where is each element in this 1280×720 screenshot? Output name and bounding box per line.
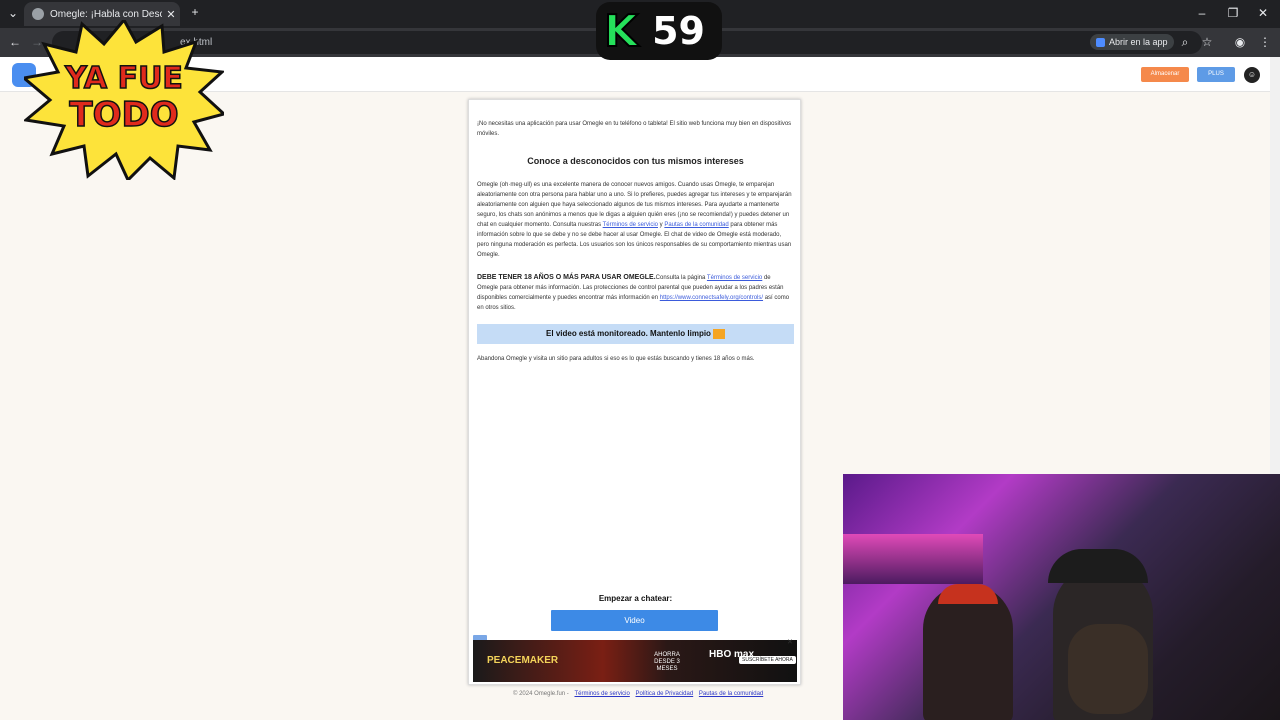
ad-cta[interactable]: SUSCRÍBETE AHORA <box>739 656 796 664</box>
sticker-line-2: TODO <box>69 95 178 135</box>
age-warning: DEBE TENER 18 AÑOS O MÁS PARA USAR OMEGL… <box>477 274 656 281</box>
terms-link[interactable]: Términos de servicio <box>603 222 658 228</box>
connectsafely-link[interactable]: https://www.connectsafely.org/controls/ <box>660 295 763 301</box>
bookmark-star-icon[interactable]: ☆ <box>1200 35 1214 49</box>
copyright-text: © 2024 Omegle.fun - <box>513 691 569 697</box>
open-in-app-label: Abrir en la app <box>1109 37 1168 47</box>
banner-text: El video está monitoreado. Mantenlo limp… <box>546 329 711 338</box>
ya-fue-todo-sticker: YA FUE TODO <box>24 20 224 180</box>
content-card: ¡No necesitas una aplicación para usar O… <box>468 99 801 685</box>
profile-icon[interactable]: ◉ <box>1233 35 1247 49</box>
close-window-icon[interactable]: ✕ <box>1256 6 1270 20</box>
adult-notice: Abandona Omegle y visita un sitio para a… <box>477 356 755 362</box>
streamer-left <box>923 584 1013 720</box>
start-chat-label: Empezar a chatear: <box>598 594 673 603</box>
user-avatar[interactable]: ☺ <box>1244 67 1260 83</box>
footer-guidelines-link[interactable]: Pautas de la comunidad <box>699 691 763 697</box>
sticker-line-1: YA FUE <box>64 61 183 96</box>
age-text-a: Consulta la página <box>655 275 706 281</box>
webcam-overlay <box>843 474 1280 720</box>
red-cap <box>938 584 998 604</box>
ad-title: PEACEMAKER <box>487 655 559 666</box>
video-button[interactable]: Video <box>551 610 718 631</box>
restore-icon[interactable]: ❐ <box>1226 6 1240 20</box>
minimize-icon[interactable]: – <box>1195 6 1209 20</box>
menu-icon[interactable]: ⋮ <box>1258 35 1272 49</box>
zoom-icon[interactable]: ⌕ <box>1178 35 1192 50</box>
open-in-app-button[interactable]: Abrir en la app <box>1090 34 1174 50</box>
description-paragraph: Omegle (oh·meg·ull) es una excelente man… <box>477 180 793 260</box>
footer-privacy-link[interactable]: Política de Privacidad <box>636 691 694 697</box>
kick-count: 59 <box>652 9 705 53</box>
tab-list-icon[interactable]: ⌄ <box>6 6 20 20</box>
intro-text: ¡No necesitas una aplicación para usar O… <box>477 121 792 137</box>
close-tab-icon[interactable]: ✕ <box>162 8 180 21</box>
back-icon[interactable]: ← <box>8 35 22 49</box>
section-heading: Conoce a desconocidos con tus mismos int… <box>527 156 744 166</box>
tab-title: Omegle: ¡Habla con Desconoc <box>50 8 162 20</box>
new-tab-icon[interactable]: + <box>188 5 202 19</box>
age-paragraph: DEBE TENER 18 AÑOS O MÁS PARA USAR OMEGL… <box>477 273 793 313</box>
save-button[interactable]: Almacenar <box>1141 67 1189 82</box>
terms-link-2[interactable]: Términos de servicio <box>707 275 762 281</box>
warning-icon <box>712 328 725 339</box>
black-cap <box>1048 549 1148 583</box>
ad-promo: AHORRA DESDE 3 MESES <box>654 652 680 672</box>
shelf <box>843 534 983 584</box>
plus-button[interactable]: PLUS <box>1197 67 1235 82</box>
kick-counter-overlay: K 59 <box>596 2 722 60</box>
beard <box>1068 624 1148 714</box>
and-text: y <box>659 222 663 228</box>
ad-close-icon[interactable]: ✕ <box>787 638 793 646</box>
ad-banner[interactable]: PEACEMAKER AHORRA DESDE 3 MESES HBO max … <box>473 640 797 682</box>
globe-icon <box>32 8 44 20</box>
site-footer: © 2024 Omegle.fun - Términos de servicio… <box>513 691 783 697</box>
app-icon <box>1096 37 1105 47</box>
guidelines-link[interactable]: Pautas de la comunidad <box>664 222 728 228</box>
footer-terms-link[interactable]: Términos de servicio <box>574 691 629 697</box>
monitored-banner: El video está monitoreado. Mantenlo limp… <box>477 324 794 344</box>
kick-logo: K <box>603 5 639 58</box>
